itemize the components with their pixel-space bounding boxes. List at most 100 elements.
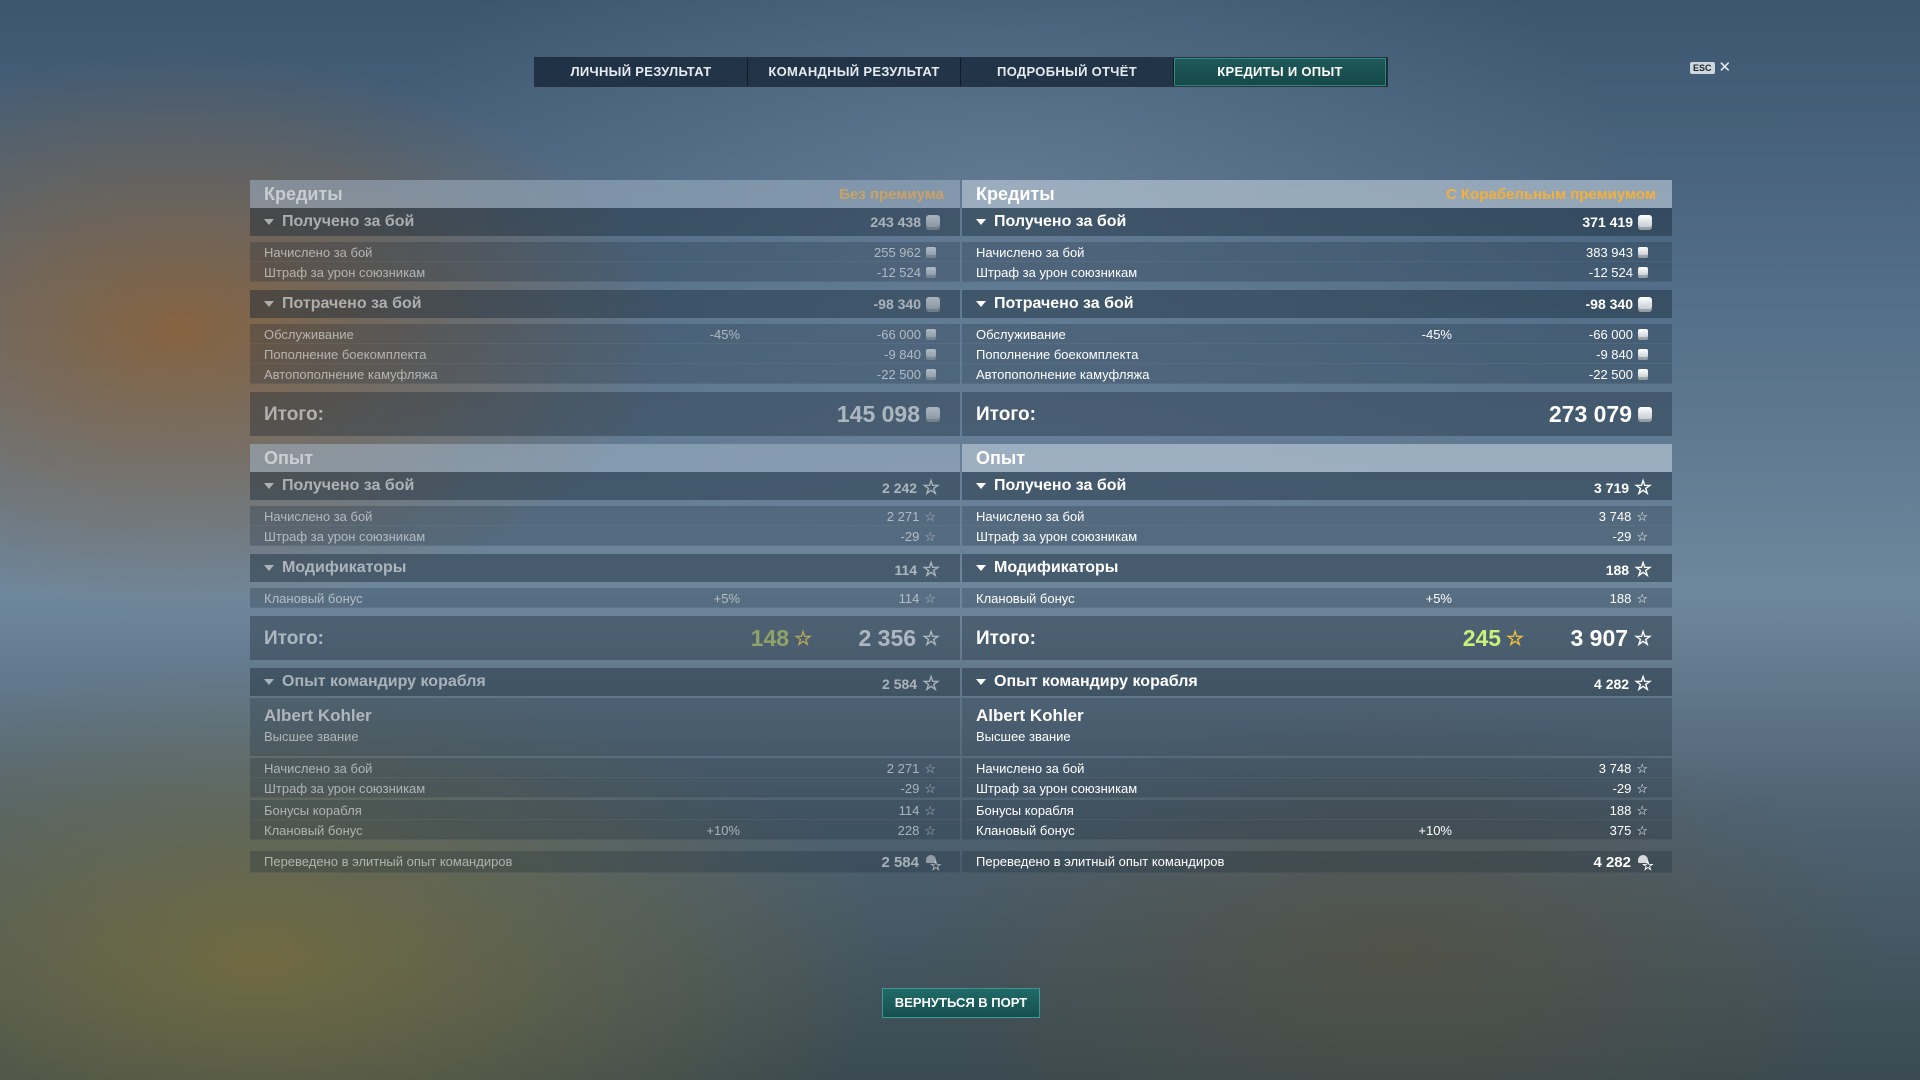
star-icon: ☆ [1636, 823, 1648, 838]
total-label: Итого: [976, 628, 1036, 649]
tab-team-result[interactable]: КОМАНДНЫЙ РЕЗУЛЬТАТ [748, 58, 961, 86]
detail-label: Начислено за бой [264, 245, 373, 260]
commander-name: Albert Kohler [976, 706, 1084, 725]
detail-row: Штраф за урон союзникам -12 524 [250, 262, 960, 282]
total-value: 145 098 [837, 401, 940, 428]
detail-label: Клановый бонус [264, 823, 363, 838]
detail-label: Начислено за бой [976, 245, 1085, 260]
star-icon: ☆ [924, 529, 936, 544]
xp-section-header: Опыт [250, 444, 960, 472]
credit-coin-icon [1638, 329, 1648, 340]
elite-commander-xp-icon: ☆ [1636, 854, 1654, 873]
commander-rank: Высшее звание [264, 729, 359, 744]
total-label: Итого: [264, 628, 324, 649]
star-icon: ☆ [1634, 477, 1652, 499]
detail-value: -22 500 [1589, 367, 1648, 382]
detail-label: Начислено за бой [976, 509, 1085, 524]
detail-label: Штраф за урон союзникам [976, 529, 1138, 544]
total-value: 2 356 ☆ [858, 625, 941, 651]
credits-earned-group[interactable]: Получено за бой 243 438 [250, 208, 960, 236]
group-label: Получено за бой [994, 477, 1127, 494]
section-title: Кредиты [264, 184, 343, 204]
modifiers-group[interactable]: Модификаторы 188 ☆ [962, 554, 1672, 582]
detail-percent: -45% [1421, 327, 1452, 342]
elite-commander-xp-icon: ☆ [924, 854, 942, 873]
star-icon: ☆ [1634, 627, 1652, 650]
detail-row: Штраф за урон союзникам -29 ☆ [250, 526, 960, 546]
detail-row: Начислено за бой 2 271 ☆ [250, 758, 960, 778]
collapse-triangle-icon [264, 679, 274, 685]
tab-credits-and-xp[interactable]: КРЕДИТЫ И ОПЫТ [1174, 58, 1387, 86]
group-value: 3 719 ☆ [1594, 477, 1652, 499]
credit-coin-icon [1638, 296, 1652, 312]
detail-value: 3 748 ☆ [1598, 509, 1648, 524]
account-mode-label: Без премиума [839, 186, 944, 203]
collapse-triangle-icon [976, 483, 986, 489]
group-label: Получено за бой [282, 213, 415, 230]
detail-label: Переведено в элитный опыт командиров [976, 854, 1225, 869]
detail-percent: +10% [1418, 823, 1452, 838]
credit-coin-icon [1638, 247, 1648, 258]
detail-row: Штраф за урон союзникам -12 524 [962, 262, 1672, 282]
group-value: -98 340 [874, 296, 940, 312]
tab-personal-result[interactable]: ЛИЧНЫЙ РЕЗУЛЬТАТ [535, 58, 748, 86]
detail-value: 375 ☆ [1609, 823, 1648, 838]
collapse-triangle-icon [264, 301, 274, 307]
credits-spent-group[interactable]: Потрачено за бой -98 340 [962, 290, 1672, 318]
credits-spent-group[interactable]: Потрачено за бой -98 340 [250, 290, 960, 318]
commander-xp-group[interactable]: Опыт командиру корабля 2 584 ☆ [250, 668, 960, 696]
detail-label: Штраф за урон союзникам [264, 265, 426, 280]
elite-xp-row: Переведено в элитный опыт командиров 4 2… [962, 851, 1672, 873]
commander-name: Albert Kohler [264, 706, 372, 725]
credit-coin-icon [926, 349, 936, 360]
star-icon: ☆ [1634, 673, 1652, 695]
elite-xp-row: Переведено в элитный опыт командиров 2 5… [250, 851, 960, 873]
group-label: Опыт командиру корабля [994, 673, 1198, 690]
detail-value: -9 840 [884, 347, 936, 362]
commander-xp-group[interactable]: Опыт командиру корабля 4 282 ☆ [962, 668, 1672, 696]
return-to-port-button[interactable]: ВЕРНУТЬСЯ В ПОРТ [882, 988, 1040, 1018]
detail-value: 3 748 ☆ [1598, 761, 1648, 776]
star-icon: ☆ [1636, 761, 1648, 776]
xp-earned-group[interactable]: Получено за бой 2 242 ☆ [250, 472, 960, 500]
detail-label: Обслуживание [264, 327, 354, 342]
detail-value: 114 ☆ [898, 803, 936, 818]
detail-label: Пополнение боекомплекта [264, 347, 427, 362]
detail-value: -29 ☆ [1612, 529, 1648, 544]
star-icon: ☆ [922, 627, 940, 650]
commander-rank: Высшее звание [976, 729, 1071, 744]
credit-coin-icon [926, 369, 936, 380]
credit-coin-icon [926, 296, 940, 312]
group-value: -98 340 [1586, 296, 1652, 312]
credits-earned-group[interactable]: Получено за бой 371 419 [962, 208, 1672, 236]
modifiers-group[interactable]: Модификаторы 114 ☆ [250, 554, 960, 582]
detail-value: 2 271 ☆ [886, 761, 936, 776]
esc-key-icon: ESC [1690, 62, 1715, 74]
group-value: 2 584 ☆ [882, 673, 940, 695]
detail-label: Начислено за бой [264, 509, 373, 524]
star-icon: ☆ [1636, 591, 1648, 606]
xp-total: Итого: 245 ☆ 3 907 ☆ [962, 616, 1672, 660]
detail-row: Бонусы корабля 188 ☆ [962, 800, 1672, 820]
result-tabs: ЛИЧНЫЙ РЕЗУЛЬТАТ КОМАНДНЫЙ РЕЗУЛЬТАТ ПОД… [534, 57, 1388, 87]
group-value: 188 ☆ [1605, 559, 1652, 581]
detail-row: Начислено за бой 255 962 [250, 242, 960, 262]
detail-label: Клановый бонус [976, 591, 1075, 606]
detail-value: -29 ☆ [1612, 781, 1648, 796]
commander-info: Albert Kohler Высшее звание [962, 698, 1672, 756]
free-xp-star-icon: ☆ [794, 627, 812, 650]
tab-detailed-report[interactable]: ПОДРОБНЫЙ ОТЧЁТ [961, 58, 1174, 86]
star-icon: ☆ [924, 761, 936, 776]
xp-earned-group[interactable]: Получено за бой 3 719 ☆ [962, 472, 1672, 500]
close-icon: ✕ [1718, 59, 1732, 76]
credit-coin-icon [926, 329, 936, 340]
detail-row: Штраф за урон союзникам -29 ☆ [962, 526, 1672, 546]
detail-label: Штраф за урон союзникам [264, 529, 426, 544]
close-button[interactable]: ESC ✕ [1690, 59, 1732, 76]
star-icon: ☆ [1636, 529, 1648, 544]
commander-info: Albert Kohler Высшее звание [250, 698, 960, 756]
no-premium-panel: Кредиты Без премиума Получено за бой 243… [250, 180, 960, 882]
detail-row: Клановый бонус +10% 375 ☆ [962, 820, 1672, 840]
credit-coin-icon [926, 247, 936, 258]
detail-value: 188 ☆ [1609, 803, 1648, 818]
